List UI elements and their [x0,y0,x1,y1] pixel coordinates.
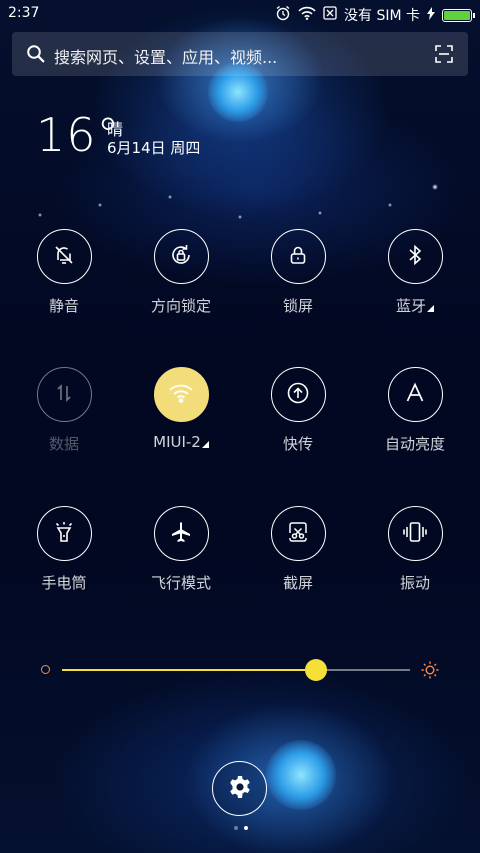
toggle-silent-button[interactable] [36,229,92,284]
toggle-mobile-data-label: 数据 [48,435,79,453]
brightness-slider-fill [62,669,317,671]
toggle-quick-transfer[interactable]: 快传 [248,367,348,454]
battery-icon [442,8,475,22]
auto-brightness-icon [404,381,426,408]
mobile-data-icon [53,382,75,408]
toggle-lock-screen[interactable]: 锁屏 [248,229,348,316]
sim-status-text: 没有 SIM 卡 [344,8,420,24]
scan-icon[interactable] [434,44,454,68]
brightness-slider[interactable] [62,669,410,671]
toggle-rotation-lock-button[interactable] [153,229,209,284]
rotation-lock-icon [168,242,194,272]
page-dot [234,826,238,830]
submenu-indicator-icon [427,305,434,312]
bluetooth-icon [404,243,426,271]
toggle-vibrate-label: 振动 [399,574,430,592]
status-bar: 2:37 没有 SIM 卡 [0,0,480,28]
lock-icon [286,243,310,271]
wifi-icon [298,6,316,24]
toggle-vibrate-button[interactable] [387,506,443,561]
toggle-auto-brightness[interactable]: 自动亮度 [365,367,465,454]
silent-bell-icon [52,243,76,271]
page-dot-active [244,826,248,830]
toggle-wifi-label: MIUI-2 [131,433,231,451]
toggle-screenshot-label: 截屏 [282,574,313,592]
airplane-icon [169,520,193,548]
quick-transfer-icon [285,380,311,410]
toggle-bluetooth-label: 蓝牙 [365,295,465,316]
toggle-screenshot[interactable]: 截屏 [248,506,348,593]
screenshot-icon [285,519,311,549]
brightness-slider-thumb[interactable] [305,659,328,681]
brightness-low-icon [41,665,50,674]
no-sim-icon [323,6,337,24]
toggle-flashlight[interactable]: 手电筒 [14,506,114,593]
weather-date: 6月14日 周四 [107,139,201,157]
flashlight-icon [52,520,76,548]
toggle-silent[interactable]: 静音 [14,229,114,316]
toggle-airplane-mode[interactable]: 飞行模式 [131,506,231,593]
toggle-wifi[interactable]: MIUI-2 [131,367,231,451]
brightness-high-icon [421,661,439,683]
wifi-icon [168,382,194,408]
status-icons: 没有 SIM 卡 [275,5,475,25]
toggle-auto-brightness-label: 自动亮度 [384,435,445,453]
search-placeholder: 搜索网页、设置、应用、视频... [54,48,278,67]
toggle-mobile-data[interactable]: 数据 [14,367,114,454]
wallpaper-sparkles [10,175,450,235]
page-indicator [234,826,248,830]
toggle-rotation-lock[interactable]: 方向锁定 [131,229,231,316]
search-icon [26,44,46,68]
alarm-icon [275,5,291,25]
toggle-auto-brightness-button[interactable] [387,367,443,422]
toggle-airplane-mode-button[interactable] [153,506,209,561]
toggle-mobile-data-button[interactable] [36,367,92,422]
toggle-bluetooth[interactable]: 蓝牙 [365,229,465,316]
wallpaper-flower-bottom [266,740,336,810]
toggle-flashlight-button[interactable] [36,506,92,561]
settings-button[interactable] [212,761,267,816]
charging-icon [427,6,435,24]
toggle-silent-label: 静音 [48,297,79,315]
status-time: 2:37 [8,5,40,21]
toggle-vibrate[interactable]: 振动 [365,506,465,593]
submenu-indicator-icon [201,441,209,448]
toggle-flashlight-label: 手电筒 [41,574,87,592]
vibrate-icon [401,520,429,548]
toggle-lock-screen-label: 锁屏 [282,297,313,315]
toggle-wifi-button[interactable] [153,367,209,422]
toggle-rotation-lock-label: 方向锁定 [150,297,211,315]
toggle-airplane-mode-label: 飞行模式 [150,574,211,592]
toggle-quick-transfer-button[interactable] [270,367,326,422]
toggle-lock-screen-button[interactable] [270,229,326,284]
toggle-screenshot-button[interactable] [270,506,326,561]
gear-icon [227,774,253,804]
toggle-quick-transfer-label: 快传 [282,435,313,453]
search-bar[interactable]: 搜索网页、设置、应用、视频... [12,32,468,76]
toggle-bluetooth-button[interactable] [387,229,443,284]
